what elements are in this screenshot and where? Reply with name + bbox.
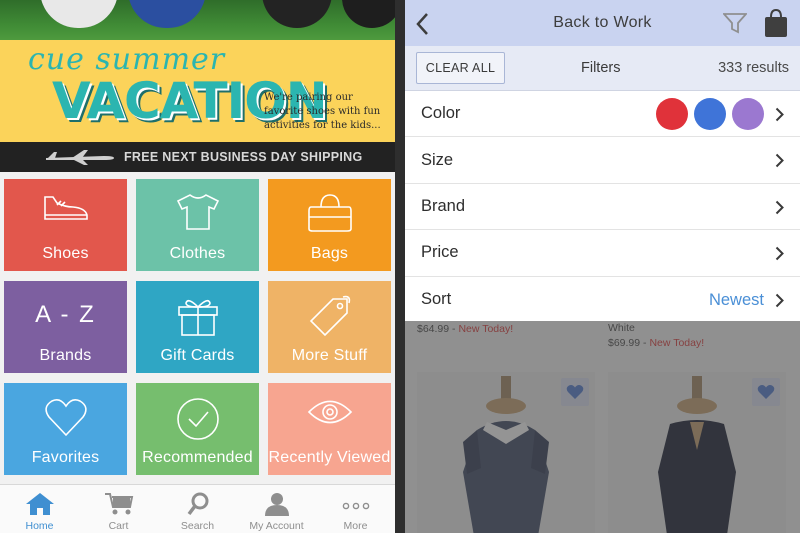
tile-label: Gift Cards <box>160 347 235 364</box>
gift-icon <box>177 299 218 336</box>
tile-label: Clothes <box>169 245 226 262</box>
more-icon <box>342 502 369 510</box>
tab-home[interactable]: Home <box>0 485 79 533</box>
heart-icon <box>757 385 775 399</box>
tab-more[interactable]: More <box>316 485 395 533</box>
product-name: White <box>608 322 635 334</box>
chevron-right-icon <box>775 154 784 168</box>
filter-row-size[interactable]: Size <box>405 137 800 184</box>
checkmark-icon <box>176 398 219 440</box>
chevron-right-icon <box>775 293 784 307</box>
screen-divider <box>395 0 405 533</box>
nav-bar: Back to Work <box>405 0 800 46</box>
airplane-icon <box>46 150 114 165</box>
shoe-icon <box>43 196 88 220</box>
tab-label: Search <box>180 520 215 532</box>
tab-label: My Account <box>249 520 304 532</box>
product-price: $64.99 <box>417 323 450 335</box>
new-today-badge: New Today! <box>649 337 705 349</box>
favorite-button[interactable] <box>752 378 780 406</box>
results-count: 333 results <box>718 60 789 76</box>
tile-brands[interactable]: A - Z Brands <box>4 281 127 373</box>
tile-label: Recommended <box>142 449 253 466</box>
tile-label: Favorites <box>31 449 100 466</box>
tab-label: More <box>343 520 368 532</box>
filter-row-color[interactable]: Color <box>405 91 800 138</box>
color-swatch-blue[interactable] <box>694 98 726 130</box>
heart-icon <box>44 399 87 437</box>
summer-vacation-banner[interactable]: cue summer VACATION We're pairing our fa… <box>0 40 395 142</box>
filters-screen: Back to Work CLEAR ALL Filters 333 resul… <box>405 0 800 533</box>
product-price-line: $64.99 - New Today! <box>417 323 514 335</box>
filter-label: Brand <box>421 196 466 215</box>
tile-label: Bags <box>310 245 349 262</box>
filter-header: CLEAR ALL Filters 333 results <box>405 46 800 91</box>
tile-bags[interactable]: Bags <box>268 179 391 271</box>
product-results: $64.99 - New Today! White $69.99 - New T… <box>405 321 800 533</box>
tile-favorites[interactable]: Favorites <box>4 383 127 475</box>
back-chevron-icon[interactable] <box>415 12 429 36</box>
clear-all-button[interactable]: CLEAR ALL <box>416 52 505 84</box>
bag-icon <box>307 194 352 232</box>
filter-label: Price <box>421 243 459 262</box>
bottom-tab-bar: Home Cart Search My Account More <box>0 484 395 533</box>
tile-clothes[interactable]: Clothes <box>136 179 259 271</box>
filter-label: Color <box>421 104 461 123</box>
filter-row-price[interactable]: Price <box>405 230 800 277</box>
filter-funnel-icon[interactable] <box>723 12 747 34</box>
tile-label: Recently Viewed <box>268 449 391 466</box>
color-swatch-purple[interactable] <box>732 98 764 130</box>
tab-label: Cart <box>108 520 129 532</box>
az-icon: A - Z <box>35 301 96 328</box>
product-name-line: White <box>608 322 635 334</box>
eye-icon <box>307 400 352 424</box>
shipping-text: FREE NEXT BUSINESS DAY SHIPPING <box>124 150 363 164</box>
chevron-right-icon <box>775 246 784 261</box>
filter-list: Color Size Brand Price Sort Newest <box>405 91 800 323</box>
shipping-bar[interactable]: FREE NEXT BUSINESS DAY SHIPPING <box>0 142 395 172</box>
chevron-right-icon <box>775 107 784 122</box>
tab-label: Home <box>25 520 54 532</box>
banner-copy: We're pairing our favorite shoes with fu… <box>264 92 381 131</box>
tab-cart[interactable]: Cart <box>79 485 158 533</box>
tile-more-stuff[interactable]: More Stuff <box>268 281 391 373</box>
account-icon <box>264 493 289 516</box>
filters-title: Filters <box>581 60 621 76</box>
product-card[interactable] <box>608 372 786 533</box>
shopping-bag-icon[interactable] <box>763 8 789 38</box>
search-icon <box>187 492 208 516</box>
tile-label: More Stuff <box>291 347 368 364</box>
filter-row-sort[interactable]: Sort Newest <box>405 277 800 323</box>
home-icon <box>25 493 54 515</box>
tile-recommended[interactable]: Recommended <box>136 383 259 475</box>
tile-shoes[interactable]: Shoes <box>4 179 127 271</box>
new-today-badge: New Today! <box>458 323 514 335</box>
tshirt-icon <box>176 194 219 230</box>
hero-photo <box>0 0 395 40</box>
tile-label: Brands <box>39 347 92 364</box>
filter-label: Size <box>421 150 454 169</box>
tile-recently-viewed[interactable]: Recently Viewed <box>268 383 391 475</box>
filter-label: Sort <box>421 290 452 309</box>
category-grid: Shoes Clothes Bags A - Z Brands Gift Car… <box>0 172 395 484</box>
sort-value: Newest <box>708 290 764 309</box>
tag-icon <box>309 295 350 337</box>
chevron-right-icon <box>775 200 784 214</box>
product-price: $69.99 <box>608 337 641 349</box>
cart-icon <box>104 493 133 515</box>
tile-label: Shoes <box>42 245 89 262</box>
product-price-line: $69.99 - New Today! <box>608 337 705 349</box>
heart-icon <box>566 385 584 399</box>
tile-gift-cards[interactable]: Gift Cards <box>136 281 259 373</box>
tab-search[interactable]: Search <box>158 485 237 533</box>
nav-title: Back to Work <box>553 14 652 31</box>
tab-my-account[interactable]: My Account <box>237 485 316 533</box>
product-card[interactable] <box>417 372 595 533</box>
shop-home-screen: cue summer VACATION We're pairing our fa… <box>0 0 395 533</box>
filter-row-brand[interactable]: Brand <box>405 184 800 231</box>
color-swatch-red[interactable] <box>656 98 688 130</box>
favorite-button[interactable] <box>561 378 589 406</box>
